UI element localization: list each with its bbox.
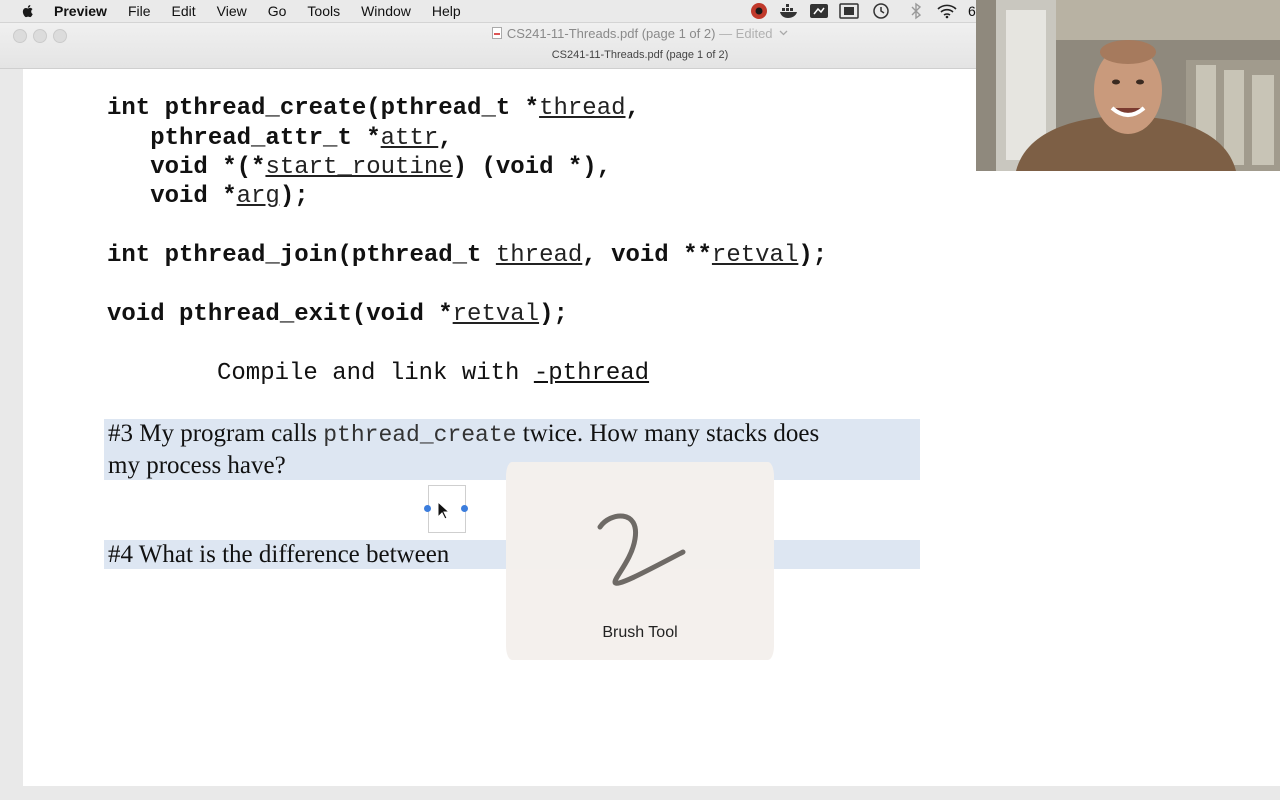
menu-help[interactable]: Help — [432, 3, 461, 19]
menu-window[interactable]: Window — [361, 3, 411, 19]
code-arg: attr — [380, 125, 439, 152]
code-line-pthread-join: int pthread_join(pthread_t thread, void … — [107, 242, 827, 269]
code-line-start-routine: void *(*start_routine) (void *), — [107, 154, 611, 181]
code-text: ); — [798, 242, 828, 269]
code-text: void pthread_exit(void * — [107, 301, 453, 328]
compile-flag: -pthread — [533, 360, 650, 387]
bluetooth-icon[interactable] — [909, 2, 923, 20]
red-app-status-icon[interactable] — [750, 2, 768, 20]
question-4: #4 What is the difference between — [108, 541, 450, 568]
apple-menu-icon[interactable] — [20, 3, 36, 19]
code-arg: arg — [236, 183, 280, 210]
code-line-pthread-exit: void pthread_exit(void *retval); — [107, 301, 568, 328]
q3-code: pthread_create — [323, 422, 517, 448]
code-text: int pthread_create(pthread_t * — [107, 95, 540, 122]
code-text: , — [625, 95, 640, 122]
compile-instruction: Compile and link with -pthread — [217, 360, 649, 387]
menu-go[interactable]: Go — [268, 3, 287, 19]
code-text: ) (void *), — [452, 154, 612, 181]
code-arg: retval — [711, 242, 799, 269]
code-line-attr: pthread_attr_t *attr, — [107, 125, 453, 152]
clock-partial[interactable]: 6 — [968, 0, 976, 22]
docker-whale-icon[interactable] — [779, 2, 799, 20]
brush-stroke-icon — [597, 513, 686, 586]
bottom-gutter — [0, 786, 1280, 800]
document-title: CS241-11-Threads.pdf (page 1 of 2) — [506, 26, 716, 41]
compile-text: Compile and link with — [217, 360, 534, 387]
code-line-arg: void *arg); — [107, 183, 309, 210]
code-text: int pthread_join(pthread_t — [107, 242, 496, 269]
brush-tool-label: Brush Tool — [602, 624, 678, 641]
menu-edit[interactable]: Edit — [172, 3, 196, 19]
code-text: void *(* — [107, 154, 266, 181]
code-text: ); — [539, 301, 568, 328]
menu-file[interactable]: File — [128, 3, 151, 19]
menu-tools[interactable]: Tools — [307, 3, 340, 19]
menu-view[interactable]: View — [217, 3, 247, 19]
code-arg: thread — [495, 242, 583, 269]
chevron-down-icon[interactable] — [779, 30, 788, 36]
resize-handle-right[interactable] — [461, 505, 468, 512]
wifi-icon[interactable] — [936, 3, 958, 19]
code-arg: thread — [539, 95, 626, 122]
screen-capture-icon[interactable] — [809, 3, 829, 19]
code-text: pthread_attr_t * — [107, 125, 381, 152]
code-line-pthread-create: int pthread_create(pthread_t *thread, — [107, 95, 640, 122]
code-arg: start_routine — [265, 154, 453, 181]
q3-text: twice. How many stacks does — [516, 420, 820, 447]
code-text: , void ** — [582, 242, 712, 269]
webcam-person-image — [976, 0, 1280, 171]
question-3-line2: my process have? — [108, 452, 286, 479]
pdf-document-icon — [491, 27, 502, 39]
question-3: #3 My program calls pthread_create twice… — [108, 420, 918, 448]
webcam-video-overlay — [976, 0, 1280, 171]
code-text: void * — [107, 183, 237, 210]
code-text: ); — [279, 183, 309, 210]
edited-status: — Edited — [719, 26, 773, 41]
display-mirror-icon[interactable] — [839, 3, 859, 19]
menu-preview[interactable]: Preview — [54, 3, 107, 19]
mouse-cursor-icon — [437, 501, 451, 520]
q3-text: #3 My program calls — [108, 420, 324, 447]
sidebar-gutter — [0, 69, 23, 800]
time-machine-icon[interactable] — [872, 2, 890, 20]
code-arg: retval — [452, 301, 540, 328]
resize-handle-left[interactable] — [424, 505, 431, 512]
code-text: , — [438, 125, 453, 152]
